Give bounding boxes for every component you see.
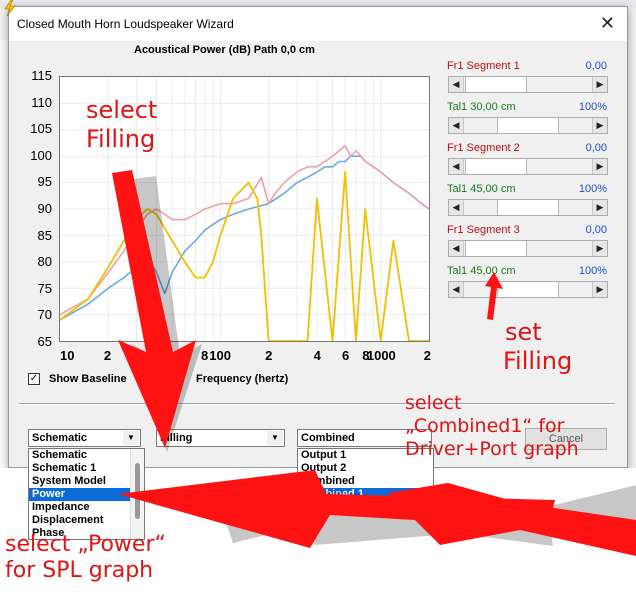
schematic-option[interactable]: Power bbox=[29, 488, 144, 501]
slider-value: 0,00 bbox=[585, 60, 607, 72]
slider-label: Fr1 Segment 1 bbox=[447, 60, 520, 72]
y-tick-label: 100 bbox=[30, 147, 52, 163]
y-tick-label: 80 bbox=[37, 254, 52, 270]
close-icon[interactable]: ✕ bbox=[600, 13, 615, 34]
annotation-set-filling: set Filling bbox=[503, 318, 572, 376]
slider-thumb[interactable] bbox=[497, 282, 559, 297]
x-tick-label: 4 bbox=[313, 348, 321, 363]
y-tick-label: 65 bbox=[37, 334, 52, 349]
annotation-line: set bbox=[505, 318, 542, 346]
schematic-option[interactable]: System Model bbox=[29, 475, 144, 488]
scroll-left-icon[interactable]: ◀ bbox=[449, 159, 464, 174]
slider-thumb[interactable] bbox=[465, 77, 527, 92]
slider-track[interactable]: ◀ ▶ bbox=[448, 158, 608, 175]
slider-value: 100% bbox=[578, 265, 607, 277]
slider-value: 100% bbox=[578, 101, 607, 113]
schematic-select[interactable]: Schematic ▼ bbox=[28, 429, 141, 447]
y-tick-label: 75 bbox=[37, 280, 52, 296]
slider-label: Fr1 Segment 2 bbox=[447, 142, 520, 154]
filling-select[interactable]: Filling ▼ bbox=[156, 429, 285, 447]
slider-track[interactable]: ◀ ▶ bbox=[448, 281, 608, 298]
list-scrollbar[interactable] bbox=[130, 449, 144, 539]
annotation-select-power: select „Power“ for SPL graph bbox=[5, 532, 166, 585]
output-option[interactable]: Output 2 bbox=[298, 462, 433, 475]
x-tick-label: 2 bbox=[423, 348, 431, 363]
annotation-line: Filling bbox=[86, 124, 156, 153]
scroll-left-icon[interactable]: ◀ bbox=[449, 200, 464, 215]
slider-track[interactable]: ◀ ▶ bbox=[448, 76, 608, 93]
lightning-icon bbox=[4, 0, 16, 16]
slider-track[interactable]: ◀ ▶ bbox=[448, 199, 608, 216]
dialog-titlebar: Closed Mouth Horn Loudspeaker Wizard ✕ bbox=[9, 7, 627, 41]
x-axis-label: Frequency (hertz) bbox=[196, 373, 289, 385]
slider-thumb[interactable] bbox=[497, 200, 559, 215]
annotation-line: select bbox=[405, 392, 462, 414]
annotation-line: select „Power“ bbox=[5, 532, 166, 557]
x-tick-label: 6 bbox=[180, 348, 189, 363]
annotation-select-filling: select Filling bbox=[86, 96, 157, 154]
chevron-down-icon[interactable]: ▼ bbox=[267, 431, 283, 445]
schematic-option[interactable]: Impedance bbox=[29, 501, 144, 514]
schematic-option[interactable]: Displacement bbox=[29, 514, 144, 527]
y-tick-label: 90 bbox=[37, 201, 52, 216]
scroll-left-icon[interactable]: ◀ bbox=[449, 77, 464, 92]
dialog-title: Closed Mouth Horn Loudspeaker Wizard bbox=[17, 17, 234, 31]
y-tick-label: 105 bbox=[30, 121, 52, 137]
chevron-down-icon[interactable]: ▼ bbox=[123, 431, 139, 445]
y-tick-label: 85 bbox=[37, 227, 52, 243]
slider-label: Fr1 Segment 3 bbox=[447, 224, 520, 236]
annotation-line: Driver+Port graph bbox=[405, 437, 579, 460]
annotation-select-combined: select „Combined1“ for Driver+Port graph bbox=[405, 392, 579, 460]
scroll-right-icon[interactable]: ▶ bbox=[592, 200, 607, 215]
y-tick-label: 110 bbox=[31, 94, 52, 110]
y-tick-label: 70 bbox=[37, 307, 52, 323]
slider-label: Tal1 45,00 cm bbox=[447, 183, 516, 195]
annotation-line: „Combined1“ for bbox=[405, 414, 565, 437]
schematic-dropdown-list[interactable]: Schematic Schematic 1 System Model Power Imp… bbox=[28, 448, 145, 540]
slider-value: 0,00 bbox=[585, 224, 607, 236]
annotation-line: Filling bbox=[503, 346, 573, 375]
scrollbar-thumb[interactable] bbox=[135, 463, 140, 519]
scroll-right-icon[interactable]: ▶ bbox=[592, 282, 607, 297]
show-baseline-checkbox[interactable]: ✓ bbox=[28, 373, 40, 385]
x-tick-label: 4 bbox=[152, 348, 160, 363]
output-option[interactable]: Combined bbox=[298, 475, 433, 488]
scroll-left-icon[interactable]: ◀ bbox=[449, 282, 464, 297]
scroll-right-icon[interactable]: ▶ bbox=[592, 159, 607, 174]
x-tick-label: 8 bbox=[200, 348, 209, 363]
slider-track[interactable]: ◀ ▶ bbox=[448, 240, 608, 257]
output-option[interactable]: Combined 1 bbox=[298, 488, 433, 501]
scroll-right-icon[interactable]: ▶ bbox=[592, 77, 607, 92]
slider-value: 0,00 bbox=[585, 142, 607, 154]
annotation-line: select bbox=[86, 96, 158, 124]
x-tick-label: 1000 bbox=[366, 348, 396, 363]
x-tick-label: 6 bbox=[342, 348, 350, 363]
slider-thumb[interactable] bbox=[497, 118, 559, 133]
schematic-option[interactable]: Schematic bbox=[29, 449, 144, 462]
slider-thumb[interactable] bbox=[465, 159, 527, 174]
scroll-right-icon[interactable]: ▶ bbox=[592, 241, 607, 256]
scroll-left-icon[interactable]: ◀ bbox=[449, 118, 464, 133]
slider-label: Tal1 30,00 cm bbox=[447, 101, 516, 113]
x-tick-label: 100 bbox=[209, 348, 231, 363]
scroll-right-icon[interactable]: ▶ bbox=[592, 118, 607, 133]
filling-select-value: Filling bbox=[160, 432, 193, 444]
slider-track[interactable]: ◀ ▶ bbox=[448, 117, 608, 134]
scroll-left-icon[interactable]: ◀ bbox=[449, 241, 464, 256]
schematic-select-value: Schematic bbox=[32, 432, 88, 444]
annotation-line: for SPL graph bbox=[5, 558, 154, 584]
x-tick-label: 10 bbox=[60, 348, 75, 363]
x-tick-label: 2 bbox=[265, 348, 273, 363]
show-baseline-label: Show Baseline bbox=[49, 373, 127, 385]
output-select-value: Combined bbox=[301, 432, 355, 444]
y-tick-label: 115 bbox=[31, 68, 52, 83]
y-tick-label: 95 bbox=[37, 174, 52, 190]
slider-value: 100% bbox=[578, 183, 607, 195]
schematic-option[interactable]: Schematic 1 bbox=[29, 462, 144, 475]
slider-label: Tal1 45,00 cm bbox=[447, 265, 516, 277]
slider-thumb[interactable] bbox=[465, 241, 527, 256]
x-tick-label: 2 bbox=[103, 348, 112, 363]
chart-title: Acoustical Power (dB) Path 0,0 cm bbox=[134, 44, 315, 56]
